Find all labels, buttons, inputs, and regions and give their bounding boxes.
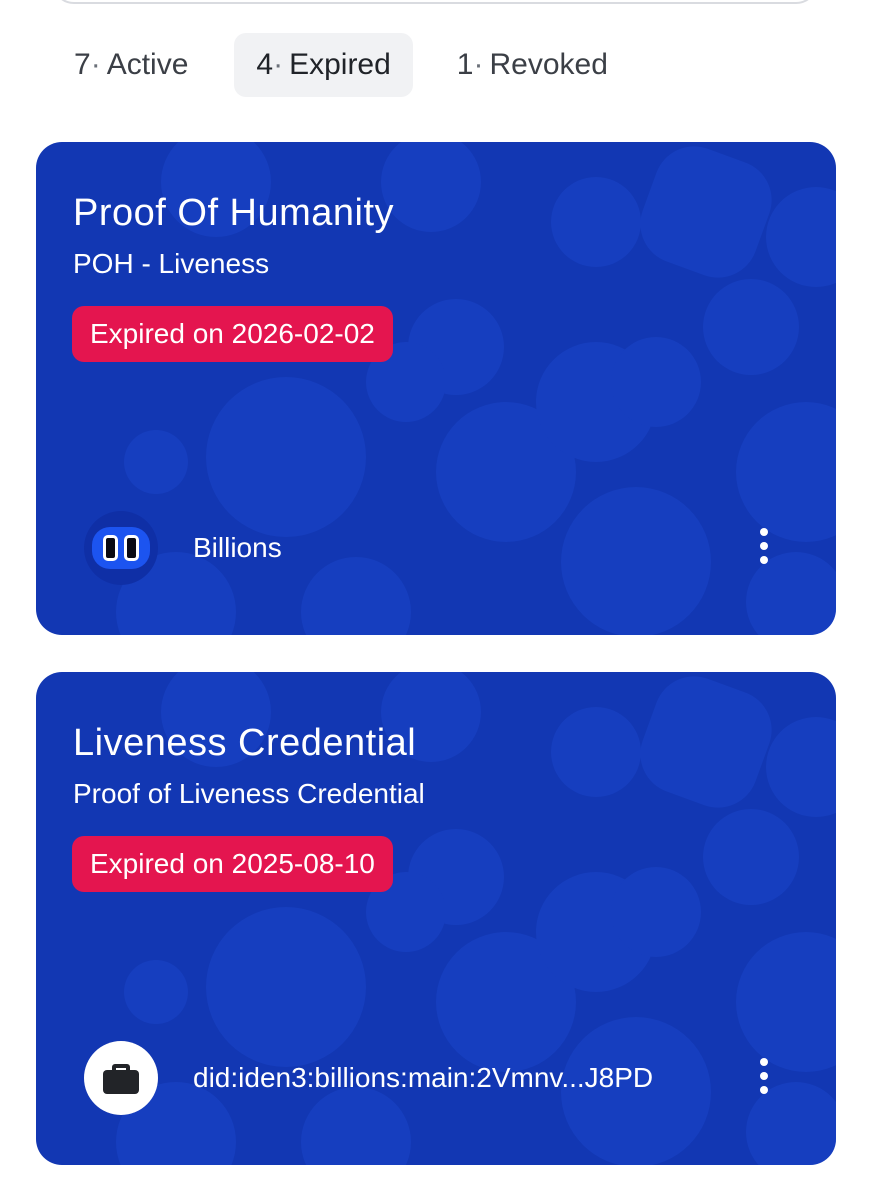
- issuer-avatar: [84, 1041, 158, 1115]
- status-badge: Expired on 2025-08-10: [72, 836, 393, 892]
- tab-separator: ·: [473, 48, 484, 81]
- issuer-name: Billions: [193, 532, 282, 563]
- issuer-row: did:iden3:billions:main:2Vmnv...J8PD: [84, 1041, 653, 1115]
- billions-logo-icon: [92, 527, 150, 569]
- tab-label: Revoked: [489, 48, 608, 81]
- briefcase-icon: [103, 1064, 139, 1094]
- search-field[interactable]: [52, 0, 818, 4]
- menu-dot: [760, 1058, 768, 1066]
- credentials-screen: 7 · Active 4 · Expired 1 · Revoked Proof…: [0, 0, 872, 1200]
- menu-dot: [760, 556, 768, 564]
- logo-eye-left: [103, 535, 118, 561]
- issuer-avatar: [84, 511, 158, 585]
- tab-expired[interactable]: 4 · Expired: [234, 33, 413, 97]
- tab-revoked[interactable]: 1 · Revoked: [435, 33, 630, 97]
- logo-eye-right: [124, 535, 139, 561]
- credential-card[interactable]: Liveness Credential Proof of Liveness Cr…: [36, 672, 836, 1165]
- tab-separator: ·: [90, 48, 101, 81]
- tab-separator: ·: [273, 48, 284, 81]
- menu-dot: [760, 1072, 768, 1080]
- status-badge: Expired on 2026-02-02: [72, 306, 393, 362]
- menu-dot: [760, 542, 768, 550]
- issuer-row: Billions: [84, 511, 282, 585]
- tab-count: 1: [456, 48, 474, 81]
- credential-title: Liveness Credential: [73, 722, 417, 764]
- credential-card[interactable]: Proof Of Humanity POH - Liveness Expired…: [36, 142, 836, 635]
- tab-count: 4: [256, 48, 274, 81]
- menu-dot: [760, 1086, 768, 1094]
- menu-dot: [760, 528, 768, 536]
- status-tabs: 7 · Active 4 · Expired 1 · Revoked: [52, 33, 630, 97]
- tab-label: Expired: [289, 48, 391, 81]
- credential-subtitle: Proof of Liveness Credential: [73, 778, 425, 809]
- credential-title: Proof Of Humanity: [73, 192, 395, 234]
- more-options-icon[interactable]: [752, 1052, 776, 1100]
- more-options-icon[interactable]: [752, 522, 776, 570]
- tab-active[interactable]: 7 · Active: [52, 33, 210, 97]
- tab-count: 7: [74, 48, 91, 81]
- credential-subtitle: POH - Liveness: [73, 248, 270, 279]
- issuer-did: did:iden3:billions:main:2Vmnv...J8PD: [193, 1062, 654, 1093]
- tab-label: Active: [106, 48, 189, 81]
